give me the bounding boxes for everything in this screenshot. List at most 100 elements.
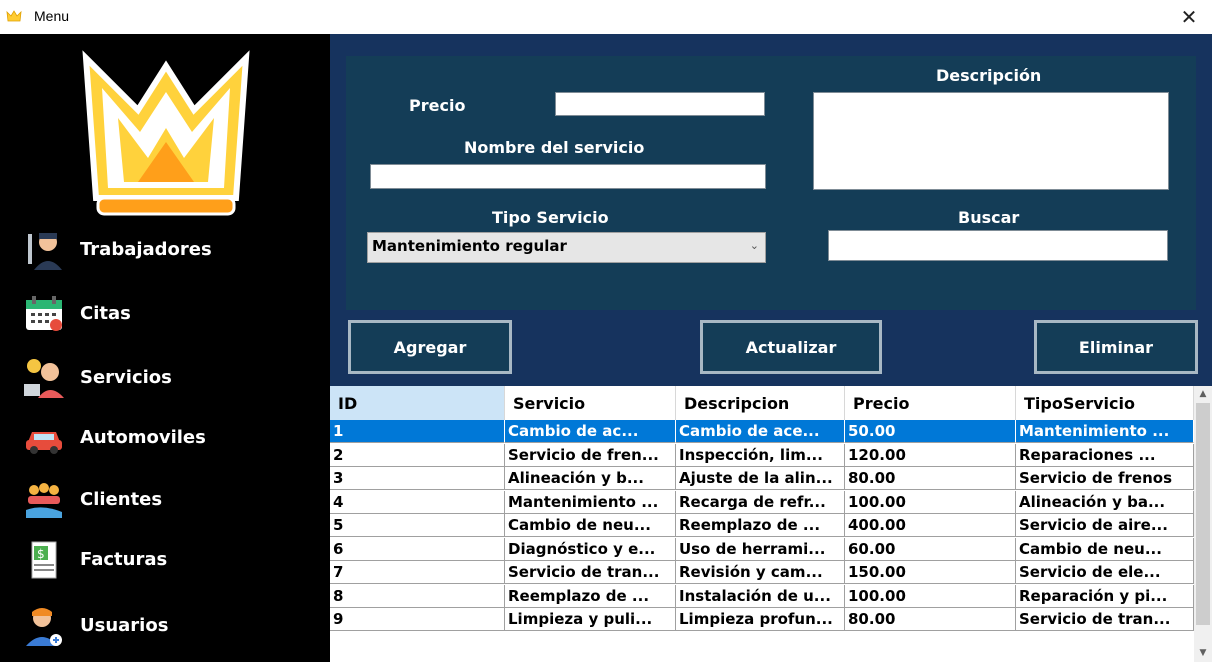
table-row[interactable]: 4 Mantenimiento ... Recarga de refr... 100.… [330,490,1194,514]
sidebar-item-label: Clientes [80,489,163,510]
agregar-button[interactable]: Agregar [348,320,512,374]
cell-precio[interactable]: 80.00 [845,467,1016,490]
sidebar-item-label: Automoviles [80,427,206,448]
table-row[interactable]: 5 Cambio de neu... Reemplazo de ... 400.00 S… [330,514,1194,537]
table-row[interactable]: 1 Cambio de ac... Cambio de ace... 50.00 Man… [330,420,1194,443]
sidebar-item-clientes[interactable]: Clientes [0,472,330,528]
cell-servicio[interactable]: Limpieza y puli... [505,608,676,631]
sidebar-item-citas[interactable]: Citas [0,286,330,342]
invoice-icon: $ [31,541,57,579]
sidebar-item-label: Citas [80,303,131,324]
cell-precio[interactable]: 100.00 [845,490,1016,514]
cell-precio[interactable]: 80.00 [845,608,1016,631]
cell-descripcion[interactable]: Reemplazo de ... [676,514,845,537]
eliminar-button[interactable]: Eliminar [1034,320,1198,374]
table-row[interactable]: 3 Alineación y b... Ajuste de la alin... 80… [330,467,1194,490]
cell-id[interactable]: 9 [330,608,505,631]
column-header-servicio[interactable]: Servicio [505,386,676,420]
cell-servicio[interactable]: Cambio de ac... [505,420,676,443]
tipo-servicio-select[interactable]: Mantenimiento regular ⌄ [367,232,766,263]
sidebar-item-automoviles[interactable]: Automoviles [0,410,330,466]
chevron-down-icon: ⌄ [749,239,759,252]
cell-descripcion[interactable]: Revisión y cam... [676,561,845,584]
mechanic-icon [28,233,62,270]
cell-id[interactable]: 7 [330,561,505,584]
crown-app-icon [6,10,22,22]
cell-id[interactable]: 3 [330,467,505,490]
descripcion-label: Descripción [936,66,1042,85]
column-header-tiposervicio[interactable]: TipoServicio [1016,386,1194,420]
cell-servicio[interactable]: Reemplazo de ... [505,584,676,608]
add-user-icon [26,608,62,646]
cell-precio[interactable]: 60.00 [845,537,1016,561]
sidebar-item-servicios[interactable]: Servicios [0,350,330,406]
cell-id[interactable]: 6 [330,537,505,561]
scrollbar-thumb[interactable] [1196,403,1210,625]
cell-tiposervicio[interactable]: Reparación y pi... [1016,584,1194,608]
column-header-id[interactable]: ID [330,386,505,420]
vertical-scrollbar[interactable]: ▲ ▼ [1194,386,1212,662]
table-row[interactable]: 6 Diagnóstico y e... Uso de herrami... 60.0… [330,537,1194,561]
sidebar-item-facturas[interactable]: $ Facturas [0,532,330,588]
cell-precio[interactable]: 120.00 [845,443,1016,467]
cell-tiposervicio[interactable]: Servicio de tran... [1016,608,1194,631]
cell-tiposervicio[interactable]: Servicio de aire... [1016,514,1194,537]
cell-id[interactable]: 8 [330,584,505,608]
cell-precio[interactable]: 100.00 [845,584,1016,608]
cell-descripcion[interactable]: Recarga de refr... [676,490,845,514]
sidebar-item-trabajadores[interactable]: Trabajadores [0,222,330,278]
cell-tiposervicio[interactable]: Servicio de ele... [1016,561,1194,584]
sidebar-item-label: Servicios [80,367,172,388]
nombre-servicio-input[interactable] [370,164,766,189]
sidebar-item-usuarios[interactable]: Usuarios [0,598,330,654]
cell-tiposervicio[interactable]: Mantenimiento ... [1016,420,1194,443]
column-header-precio[interactable]: Precio [845,386,1016,420]
cell-precio[interactable]: 150.00 [845,561,1016,584]
table-header: ID Servicio Descripcion Precio TipoServi… [330,386,1194,420]
scroll-down-icon[interactable]: ▼ [1194,645,1212,662]
cell-id[interactable]: 1 [330,420,505,443]
table-row[interactable]: 7 Servicio de tran... Revisión y cam... 150… [330,561,1194,584]
tipo-servicio-label: Tipo Servicio [492,208,609,227]
cell-precio[interactable]: 50.00 [845,420,1016,443]
cell-descripcion[interactable]: Inspección, lim... [676,443,845,467]
cell-servicio[interactable]: Mantenimiento ... [505,490,676,514]
sidebar-item-label: Trabajadores [80,239,212,260]
buscar-input[interactable] [828,230,1168,261]
form-panel: Precio Nombre del servicio Descripción T… [346,56,1196,310]
cell-servicio[interactable]: Servicio de tran... [505,561,676,584]
column-header-descripcion[interactable]: Descripcion [676,386,845,420]
cell-tiposervicio[interactable]: Alineación y ba... [1016,490,1194,514]
cell-descripcion[interactable]: Cambio de ace... [676,420,845,443]
crown-logo-icon [82,50,250,216]
table-row[interactable]: 8 Reemplazo de ... Instalación de u... 100.… [330,584,1194,608]
calendar-icon [26,296,62,331]
cell-servicio[interactable]: Cambio de neu... [505,514,676,537]
cell-servicio[interactable]: Alineación y b... [505,467,676,490]
cell-tiposervicio[interactable]: Servicio de frenos [1016,467,1194,490]
cell-id[interactable]: 4 [330,490,505,514]
sidebar-item-label: Usuarios [80,615,169,636]
main-area: Precio Nombre del servicio Descripción T… [330,34,1212,386]
cell-servicio[interactable]: Diagnóstico y e... [505,537,676,561]
services-table: ID Servicio Descripcion Precio TipoServi… [330,386,1212,662]
descripcion-textarea[interactable] [813,92,1169,190]
actualizar-button[interactable]: Actualizar [700,320,882,374]
cell-descripcion[interactable]: Limpieza profun... [676,608,845,631]
cell-id[interactable]: 2 [330,443,505,467]
cell-descripcion[interactable]: Instalación de u... [676,584,845,608]
cell-servicio[interactable]: Servicio de fren... [505,443,676,467]
cell-descripcion[interactable]: Uso de herrami... [676,537,845,561]
cell-tiposervicio[interactable]: Cambio de neu... [1016,537,1194,561]
cell-id[interactable]: 5 [330,514,505,537]
table-row[interactable]: 9 Limpieza y puli... Limpieza profun... 80.… [330,608,1194,631]
buscar-label: Buscar [958,208,1020,227]
cell-tiposervicio[interactable]: Reparaciones ... [1016,443,1194,467]
cell-descripcion[interactable]: Ajuste de la alin... [676,467,845,490]
scroll-up-icon[interactable]: ▲ [1194,386,1212,403]
close-button[interactable]: ✕ [1166,0,1212,34]
car-icon [26,432,62,454]
precio-input[interactable] [555,92,765,116]
cell-precio[interactable]: 400.00 [845,514,1016,537]
table-row[interactable]: 2 Servicio de fren... Inspección, lim... 12… [330,443,1194,467]
